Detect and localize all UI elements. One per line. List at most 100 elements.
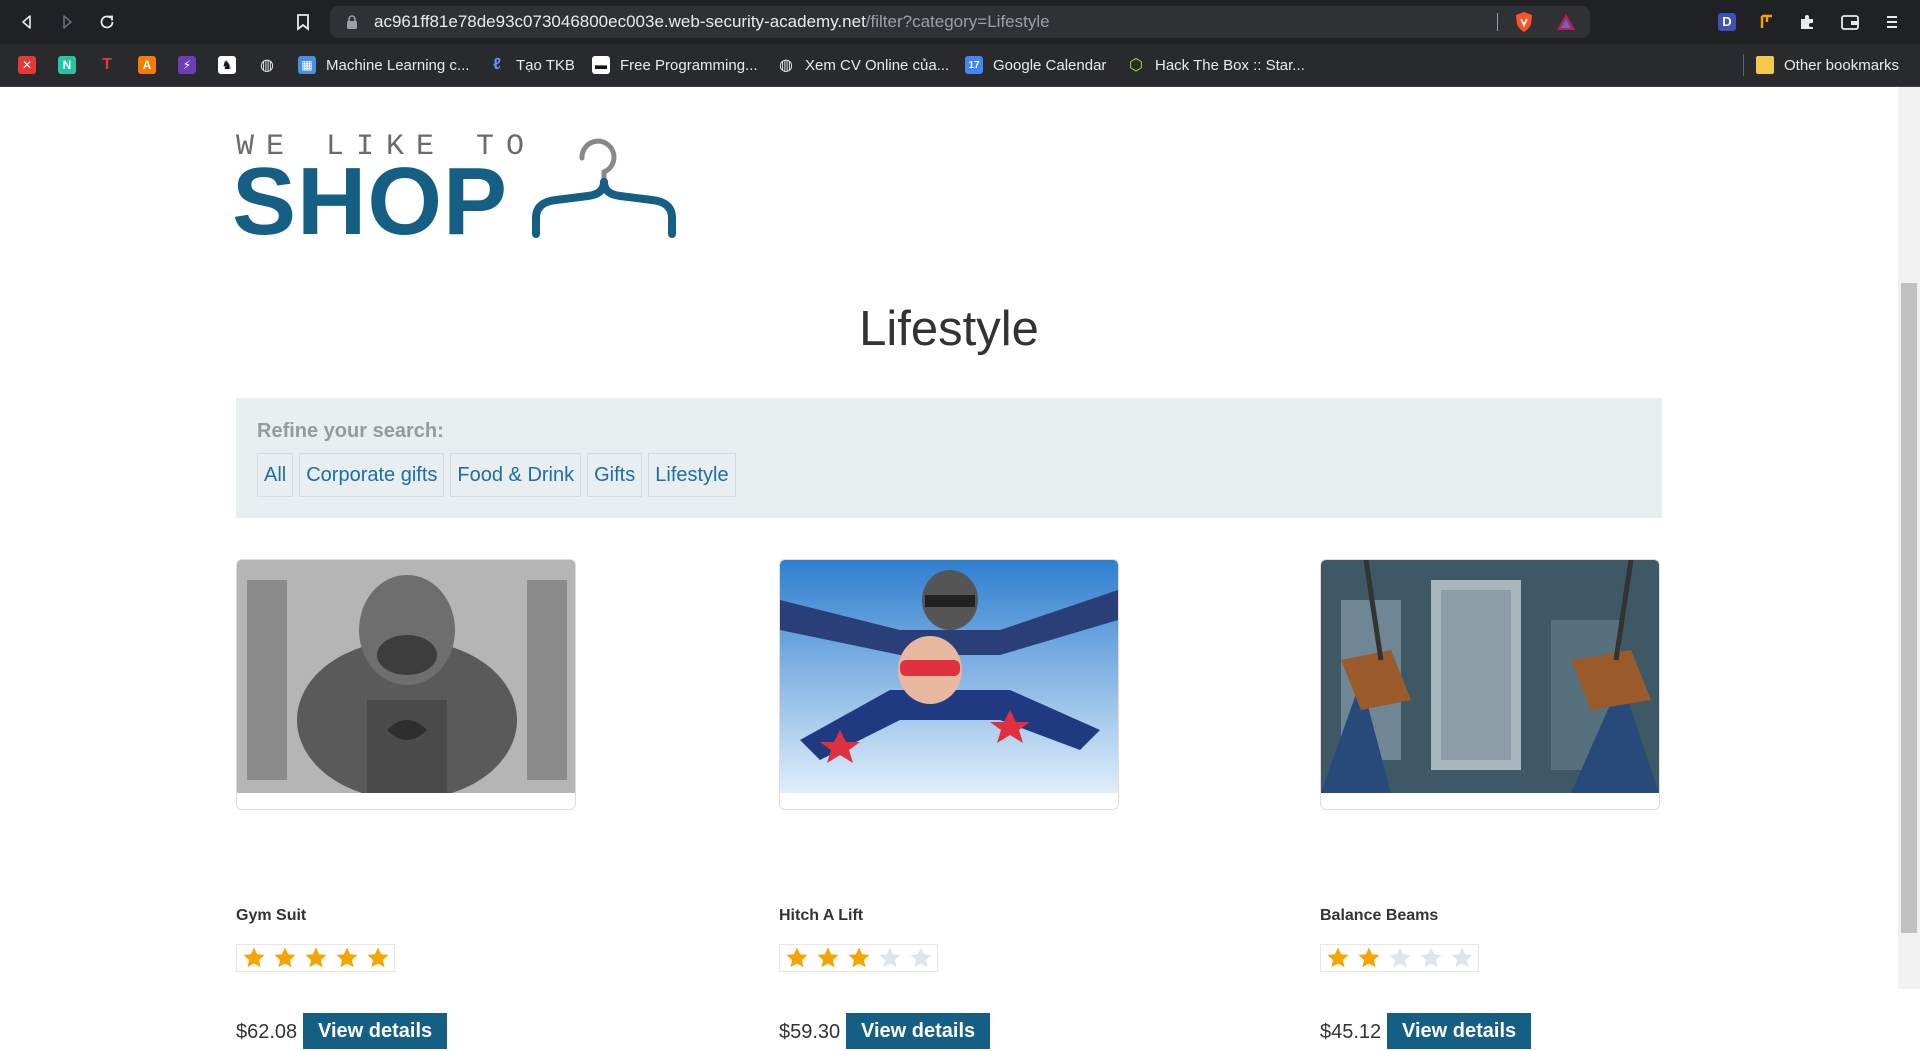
- browser-toolbar: ac961ff81e78de93c073046800ec003e.web-sec…: [0, 0, 1920, 44]
- logo-shop-text: SHOP: [232, 148, 509, 255]
- back-arrow-icon: [22, 15, 31, 29]
- t-app-icon: T: [102, 56, 112, 73]
- product-price: $45.12: [1320, 1021, 1382, 1043]
- extensions-puzzle-icon[interactable]: [1795, 10, 1819, 34]
- product-rating: [1320, 944, 1479, 972]
- star-empty-icon: [905, 945, 936, 971]
- filter-lifestyle[interactable]: Lifestyle: [648, 453, 736, 497]
- product-name: Hitch A Lift: [779, 907, 864, 924]
- menu-kebab-icon[interactable]: [1880, 10, 1904, 34]
- bookmark-label: Google Calendar: [993, 56, 1107, 74]
- bookmark-label: Tạo TKB: [516, 56, 575, 74]
- star-filled-icon: [781, 945, 812, 971]
- bookmark-icon-only-6[interactable]: ♞: [218, 44, 236, 86]
- other-bookmarks-folder[interactable]: Other bookmarks: [1756, 44, 1899, 86]
- hanger-icon: [532, 138, 676, 238]
- google-calendar-icon: 17: [965, 56, 983, 74]
- bookmark-tao-tkb[interactable]: ℓ Tạo TKB: [488, 44, 575, 86]
- star-filled-icon: [331, 945, 362, 971]
- product-card-hitch-a-lift: Hitch A Lift $59.30 View details: [779, 559, 1119, 1049]
- brave-rewards-icon[interactable]: [1555, 11, 1577, 38]
- refine-search-panel: Refine your search: All Corporate gifts …: [236, 398, 1662, 518]
- url-path: /filter?category=Lifestyle: [865, 12, 1050, 31]
- product-image-gym-suit: [237, 560, 575, 793]
- ml-bookmark-icon: ▦: [298, 56, 316, 74]
- bookmark-xem-cv[interactable]: ◍ Xem CV Online của...: [777, 44, 949, 86]
- free-programming-bookmark-icon: ▬: [592, 56, 610, 74]
- tkb-bookmark-icon: ℓ: [493, 56, 501, 73]
- star-empty-icon: [874, 945, 905, 971]
- product-image-frame[interactable]: [236, 559, 576, 810]
- bookmark-hack-the-box[interactable]: ⬡ Hack The Box :: Star...: [1127, 44, 1305, 86]
- bookmark-icon-only-5[interactable]: ⚡: [178, 44, 196, 86]
- filter-all[interactable]: All: [257, 453, 294, 497]
- star-filled-icon: [238, 945, 269, 971]
- star-filled-icon: [362, 945, 393, 971]
- bookmark-icon-only-4[interactable]: A: [138, 44, 156, 86]
- star-filled-icon: [269, 945, 300, 971]
- bookmark-free-programming[interactable]: ▬ Free Programming...: [592, 44, 758, 86]
- star-filled-icon: [1322, 945, 1353, 971]
- bookmark-google-calendar[interactable]: 17 Google Calendar: [965, 44, 1106, 86]
- bookmark-icon: [297, 14, 309, 31]
- globe-icon: ◍: [260, 57, 274, 74]
- bookmark-label: Xem CV Online của...: [805, 56, 950, 74]
- page-content: WE LIKE TO SHOP Lifestyle Refine your se…: [0, 87, 1898, 1049]
- product-image-frame[interactable]: [1320, 559, 1660, 810]
- view-details-button[interactable]: View details: [846, 1013, 991, 1049]
- page-title: Lifestyle: [859, 302, 1039, 356]
- a-app-icon: A: [138, 56, 156, 74]
- star-filled-icon: [300, 945, 331, 971]
- extension-d-icon[interactable]: D: [1715, 10, 1739, 34]
- reload-button[interactable]: [94, 9, 120, 35]
- bookmark-icon-only-2[interactable]: N: [58, 44, 76, 86]
- product-rating: [779, 944, 938, 972]
- product-price: $62.08: [236, 1021, 298, 1043]
- bookmark-icon-only-1[interactable]: ✕: [18, 44, 36, 86]
- star-filled-icon: [843, 945, 874, 971]
- product-rating: [236, 944, 395, 972]
- bookmark-machine-learning[interactable]: ▦ Machine Learning c...: [298, 44, 469, 86]
- filter-corporate-gifts[interactable]: Corporate gifts: [299, 453, 445, 497]
- forward-button[interactable]: [54, 9, 80, 35]
- filter-food-drink[interactable]: Food & Drink: [450, 453, 582, 497]
- filter-gifts[interactable]: Gifts: [587, 453, 643, 497]
- scrollbar-thumb[interactable]: [1901, 283, 1917, 933]
- product-price: $59.30: [779, 1021, 841, 1043]
- back-button[interactable]: [14, 9, 40, 35]
- star-empty-icon: [1384, 945, 1415, 971]
- bookmark-label: Free Programming...: [620, 56, 758, 74]
- product-image-hitch-a-lift: [780, 560, 1118, 793]
- other-bookmarks-label: Other bookmarks: [1784, 56, 1900, 74]
- view-details-button[interactable]: View details: [1387, 1013, 1532, 1049]
- wallet-icon[interactable]: [1838, 10, 1862, 34]
- n-app-icon: N: [58, 56, 76, 74]
- product-image-balance-beams: [1321, 560, 1659, 793]
- reload-icon: [100, 15, 114, 29]
- view-details-button[interactable]: View details: [303, 1013, 448, 1049]
- bookmark-icon-only-3[interactable]: T: [98, 44, 116, 86]
- bookmark-icon-only-7[interactable]: ◍: [258, 44, 276, 86]
- star-empty-icon: [1446, 945, 1477, 971]
- globe-icon: ◍: [779, 57, 793, 74]
- category-filters: All Corporate gifts Food & Drink Gifts L…: [257, 453, 736, 497]
- product-card-balance-beams: Balance Beams $45.12 View details: [1320, 559, 1660, 1049]
- star-empty-icon: [1415, 945, 1446, 971]
- address-bar[interactable]: ac961ff81e78de93c073046800ec003e.web-sec…: [330, 6, 1590, 38]
- bookmark-label: Hack The Box :: Star...: [1155, 56, 1305, 74]
- bookmark-this-tab-button[interactable]: [290, 9, 316, 35]
- bookmarks-divider: [1743, 54, 1744, 76]
- chess-knight-icon: ♞: [218, 56, 236, 74]
- shop-logo[interactable]: WE LIKE TO SHOP: [232, 130, 686, 250]
- bookmarks-bar: ✕ N T A ⚡ ♞ ◍ ▦ Machine Learning c... ℓ Tạ…: [0, 44, 1920, 87]
- refine-label: Refine your search:: [257, 420, 444, 442]
- hackthebox-icon: ⬡: [1129, 57, 1143, 74]
- bookmark-label: Machine Learning c...: [326, 56, 470, 74]
- brave-shields-icon[interactable]: [1513, 11, 1535, 38]
- extension-bracket-icon[interactable]: [1755, 10, 1779, 34]
- product-name: Balance Beams: [1320, 907, 1439, 924]
- lock-icon: [347, 15, 357, 29]
- product-image-frame[interactable]: [779, 559, 1119, 810]
- url-host: ac961ff81e78de93c073046800ec003e.web-sec…: [374, 12, 866, 31]
- folder-icon: [1756, 56, 1774, 74]
